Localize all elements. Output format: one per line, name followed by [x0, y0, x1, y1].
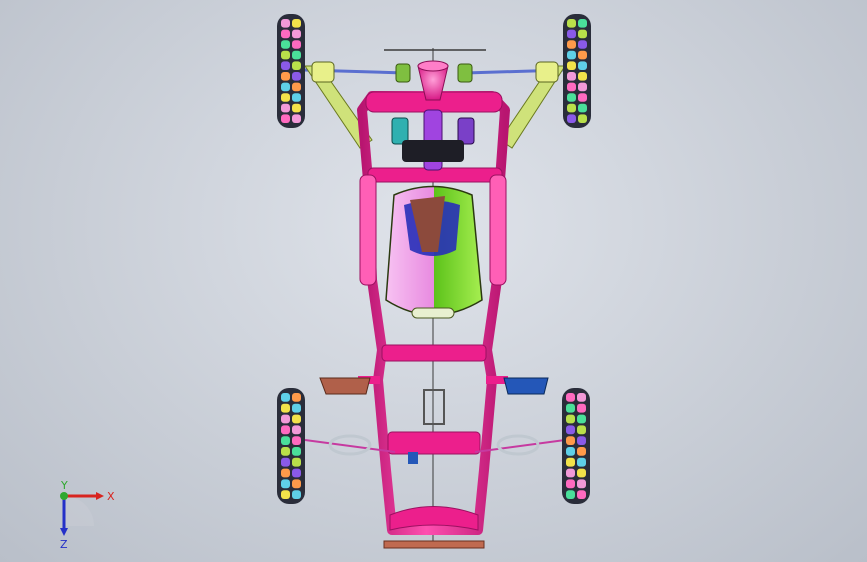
tread-block: [567, 61, 576, 70]
tread-block: [292, 93, 301, 102]
tread-block: [566, 425, 575, 435]
tread-block: [578, 82, 587, 92]
pedals: [319, 377, 549, 395]
x-axis-arrowhead: [96, 492, 104, 500]
tread-block: [292, 457, 301, 467]
tread-block: [281, 436, 290, 445]
y-axis-dot: [60, 492, 68, 500]
tread-block: [578, 40, 587, 49]
orientation-triad[interactable]: X Y Z: [48, 480, 118, 550]
tread-block: [567, 50, 576, 60]
tread-block: [567, 114, 576, 123]
tread-block: [292, 61, 301, 70]
tread-block: [281, 29, 290, 39]
tread-block: [292, 103, 301, 113]
graphics-viewport[interactable]: X Y Z: [0, 0, 867, 562]
tread-block: [578, 61, 587, 70]
tread-block: [567, 29, 576, 39]
tread-block: [292, 82, 301, 92]
x-axis-label: X: [107, 490, 115, 503]
tread-block: [281, 114, 290, 123]
tread-block: [281, 457, 290, 467]
tread-block: [578, 50, 587, 60]
tread-block: [292, 393, 301, 402]
tread-block: [577, 457, 586, 467]
tread-block: [292, 425, 301, 435]
tread-block: [577, 447, 586, 456]
tread-block: [566, 393, 575, 402]
tread-block: [281, 19, 290, 28]
tread-block: [567, 103, 576, 113]
tread-block: [577, 468, 586, 478]
tread-block: [292, 114, 301, 123]
tread-block: [566, 403, 575, 413]
tread-block: [281, 447, 290, 456]
tread-block: [567, 93, 576, 102]
tread-block: [281, 61, 290, 70]
tread-block: [292, 40, 301, 49]
tread-block: [577, 403, 586, 413]
tread-block: [292, 72, 301, 81]
tread-block: [292, 19, 301, 28]
tread-block: [281, 425, 290, 435]
tread-block: [578, 103, 587, 113]
tread-block: [292, 29, 301, 39]
tire: [562, 388, 590, 504]
tread-block: [566, 447, 575, 456]
rear-left-wheel: [277, 388, 305, 504]
tread-block: [281, 479, 290, 489]
tread-block: [292, 479, 301, 489]
tread-block: [281, 103, 290, 113]
tread-block: [578, 93, 587, 102]
tread-block: [577, 479, 586, 489]
tread-block: [567, 40, 576, 49]
seat: [385, 185, 483, 319]
tread-block: [281, 72, 290, 81]
tread-block: [577, 393, 586, 402]
tread-block: [578, 19, 587, 28]
tire: [563, 14, 591, 128]
tread-block: [292, 403, 301, 413]
front-left-wheel: [277, 14, 305, 128]
tread-block: [281, 93, 290, 102]
rear-right-wheel: [562, 388, 590, 504]
tread-block: [292, 50, 301, 60]
tread-block: [281, 393, 290, 402]
tread-block: [566, 436, 575, 445]
tread-block: [281, 414, 290, 424]
tread-block: [281, 50, 290, 60]
tread-block: [566, 457, 575, 467]
tread-block: [281, 490, 290, 499]
tread-block: [292, 490, 301, 499]
tread-block: [566, 479, 575, 489]
tread-block: [281, 40, 290, 49]
tire: [277, 388, 305, 504]
tread-block: [281, 403, 290, 413]
tread-block: [567, 72, 576, 81]
tread-block: [578, 114, 587, 123]
tread-block: [577, 414, 586, 424]
tread-block: [567, 19, 576, 28]
tread-block: [292, 447, 301, 456]
tread-block: [567, 82, 576, 92]
tread-block: [577, 436, 586, 445]
tread-block: [577, 425, 586, 435]
tread-block: [566, 414, 575, 424]
tread-block: [578, 72, 587, 81]
tread-block: [292, 468, 301, 478]
tread-block: [292, 436, 301, 445]
tread-block: [577, 490, 586, 499]
tire: [277, 14, 305, 128]
front-right-wheel: [563, 14, 591, 128]
tread-block: [566, 490, 575, 499]
tread-block: [281, 82, 290, 92]
tread-block: [292, 414, 301, 424]
go-kart-model[interactable]: [0, 0, 867, 562]
tread-block: [281, 468, 290, 478]
z-axis-label: Z: [60, 538, 68, 550]
z-axis-arrowhead: [60, 528, 68, 536]
tread-block: [566, 468, 575, 478]
y-axis-label: Y: [60, 480, 68, 492]
tread-block: [578, 29, 587, 39]
